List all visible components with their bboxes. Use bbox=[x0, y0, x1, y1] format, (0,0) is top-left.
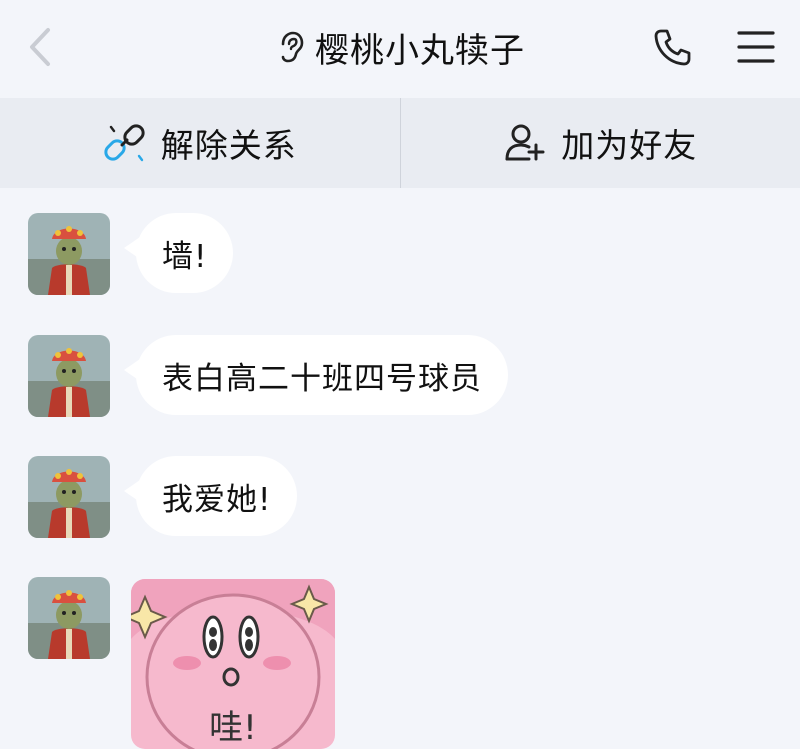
relationship-action-bar: 解除关系 加为好友 bbox=[0, 98, 800, 188]
add-friend-label: 加为好友 bbox=[561, 119, 697, 167]
unlink-relationship-button[interactable]: 解除关系 bbox=[0, 98, 400, 188]
broken-link-icon bbox=[103, 121, 147, 165]
title-bar: 樱桃小丸犊子 bbox=[0, 0, 800, 98]
menu-icon bbox=[736, 28, 776, 66]
avatar[interactable] bbox=[28, 577, 110, 659]
chat-title: 樱桃小丸犊子 bbox=[315, 23, 525, 72]
sticker-caption: 哇! bbox=[209, 708, 257, 748]
message-row: 哇! bbox=[28, 577, 788, 659]
avatar[interactable] bbox=[28, 456, 110, 538]
avatar[interactable] bbox=[28, 213, 110, 295]
ear-icon[interactable] bbox=[275, 30, 305, 64]
unlink-relationship-label: 解除关系 bbox=[161, 119, 297, 167]
phone-icon bbox=[652, 26, 694, 68]
message-row: 表白高二十班四号球员 bbox=[28, 335, 788, 417]
message-row: 墙! bbox=[28, 213, 788, 295]
message-row: 我爱她! bbox=[28, 456, 788, 538]
back-button[interactable] bbox=[24, 26, 60, 68]
message-bubble[interactable]: 我爱她! bbox=[136, 456, 297, 536]
message-bubble[interactable]: 表白高二十班四号球员 bbox=[136, 335, 508, 415]
avatar[interactable] bbox=[28, 335, 110, 417]
back-arrow-icon bbox=[24, 26, 60, 68]
kirby-sticker[interactable]: 哇! bbox=[131, 579, 335, 749]
more-menu-button[interactable] bbox=[736, 28, 776, 66]
message-bubble[interactable]: 墙! bbox=[136, 213, 233, 293]
add-friend-button[interactable]: 加为好友 bbox=[400, 98, 800, 188]
add-friend-icon bbox=[503, 121, 547, 165]
call-button[interactable] bbox=[652, 26, 694, 68]
